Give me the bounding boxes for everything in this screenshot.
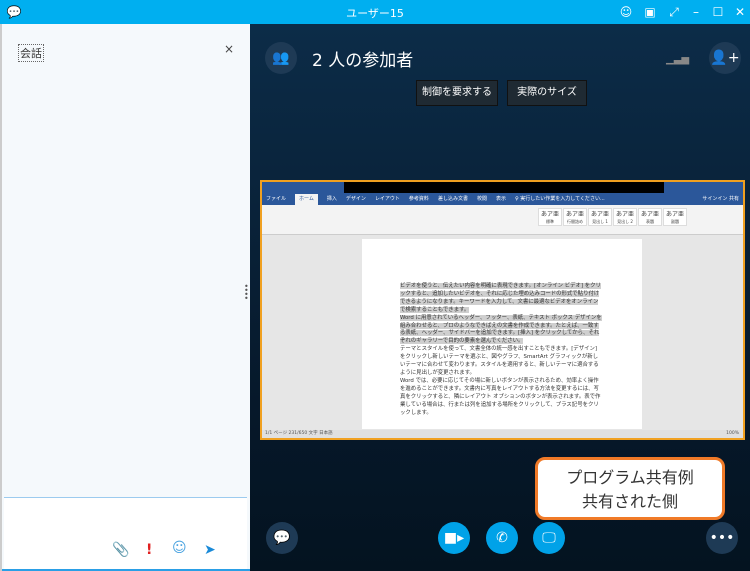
more-icon: •••	[709, 530, 735, 546]
word-tab: ♀ 実行したい作業を入力してください...	[514, 196, 605, 202]
redacted-title	[344, 182, 664, 193]
request-control-button[interactable]: 制御を要求する	[416, 80, 498, 106]
message-input[interactable]: 📎 ! ☺ ➤	[4, 497, 247, 569]
actual-size-button[interactable]: 実際のサイズ	[507, 80, 587, 106]
video-camera-icon: ■▸	[443, 530, 465, 546]
word-status-bar: 1/1 ページ 231/650 文字 日本語 100%	[262, 430, 743, 438]
word-tab: 差し込み文書	[437, 196, 468, 202]
word-style: あア亜 表題	[638, 208, 662, 226]
conversation-panel: 会話 × 📎 ! ☺ ➤	[0, 24, 252, 571]
word-tab: 表示	[495, 196, 506, 202]
word-quick-access-bar	[262, 182, 743, 194]
close-panel-button[interactable]: ×	[224, 42, 234, 56]
chat-icon: 💬	[273, 530, 291, 546]
monitor-icon: 🖵	[542, 530, 556, 546]
participants-count: 2 人の参加者	[312, 51, 414, 71]
callout-annotation: プログラム共有例 共有された側	[535, 457, 725, 520]
layout-icon[interactable]: ▣	[642, 4, 658, 20]
word-tab: デザイン	[345, 196, 366, 202]
word-style: あア亜 見出し 1	[588, 208, 612, 226]
important-icon[interactable]: !	[146, 542, 152, 558]
call-area: 👥 2 人の参加者 ▁▃▅ 👤+ 制御を要求する 実際のサイズ ファイル ホーム…	[250, 24, 750, 571]
participants-button[interactable]: 👥	[265, 42, 297, 74]
word-style: あア亜 見出し 2	[613, 208, 637, 226]
word-page: ビデオを使うと、伝えたい内容を明確に表現できます。[オンライン ビデオ] をクリ…	[362, 239, 642, 429]
word-style: あア亜 副題	[663, 208, 687, 226]
callout-line: プログラム共有例	[566, 468, 694, 487]
attach-icon[interactable]: 📎	[112, 542, 129, 558]
people-icon: 👥	[272, 50, 290, 66]
more-options-button[interactable]: •••	[706, 522, 738, 554]
conversation-label: 会話	[18, 44, 44, 62]
shared-screen: ファイル ホーム 挿入 デザイン レイアウト 参考資料 差し込み文書 校閲 表示…	[260, 180, 745, 440]
emoji-icon[interactable]: ☺	[618, 4, 634, 20]
word-tab: 参考資料	[408, 196, 429, 202]
word-signin: サインイン 共有	[702, 196, 739, 202]
window-title: ユーザー15	[346, 7, 404, 20]
video-button[interactable]: ■▸	[438, 522, 470, 554]
callout-line: 共有された側	[581, 492, 678, 511]
word-tab: 挿入	[326, 196, 337, 202]
document-text: ビデオを使うと、伝えたい内容を明確に表現できます。[オンライン ビデオ] をクリ…	[400, 283, 602, 416]
word-ribbon: あア亜 標準 あア亜 行間詰め あア亜 見出し 1 あア亜 見出し 2 あア亜 表題 あア…	[262, 205, 743, 235]
add-participant-button[interactable]: 👤+	[709, 42, 741, 74]
call-button[interactable]: ✆	[486, 522, 518, 554]
chat-button[interactable]: 💬	[266, 522, 298, 554]
fullscreen-icon[interactable]: ⤢	[666, 4, 682, 20]
maximize-icon[interactable]: ☐	[710, 4, 726, 20]
screen-share-button[interactable]: 🖵	[533, 522, 565, 554]
close-icon[interactable]: ✕	[732, 4, 748, 20]
word-tab: ファイル	[266, 196, 287, 202]
word-style: あア亜 行間詰め	[563, 208, 587, 226]
signal-strength-icon: ▁▃▅	[666, 54, 690, 65]
add-person-icon: 👤+	[710, 50, 740, 66]
word-tab: ホーム	[295, 194, 318, 205]
panel-resize-handle[interactable]: • • • •	[244, 283, 249, 303]
word-tab: レイアウト	[374, 196, 400, 202]
word-tab: 校閲	[476, 196, 487, 202]
word-style: あア亜 標準	[538, 208, 562, 226]
title-bar: 💬 ユーザー15 ☺ ▣ ⤢ – ☐ ✕	[0, 0, 750, 24]
send-icon[interactable]: ➤	[204, 542, 216, 558]
minimize-icon[interactable]: –	[688, 4, 704, 20]
word-ribbon-tabs: ファイル ホーム 挿入 デザイン レイアウト 参考資料 差し込み文書 校閲 表示…	[262, 194, 743, 205]
phone-icon: ✆	[496, 530, 508, 546]
emoji-icon[interactable]: ☺	[172, 540, 187, 556]
